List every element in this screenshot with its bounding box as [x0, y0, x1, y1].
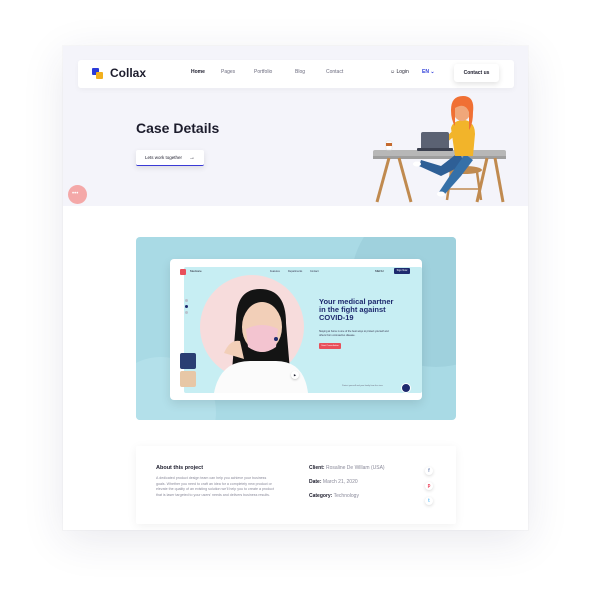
login-link[interactable]: ☺ Login	[390, 69, 409, 75]
client-label: Client:	[309, 465, 325, 471]
mock-cta-button: Start Consultation	[319, 343, 341, 349]
logo-icon[interactable]	[92, 68, 104, 79]
client-info: Client: Rosaline De Willam (USA)	[309, 465, 385, 471]
login-label: Login	[396, 69, 409, 75]
page-card: Collax Home Pages Portfolio Blog Contact…	[63, 46, 528, 530]
woman-at-desk-illustration	[373, 96, 506, 203]
date-label: Date:	[309, 479, 322, 485]
twitter-icon[interactable]: t	[425, 497, 433, 505]
mock-subtext: Staying at home is one of the best ways …	[319, 330, 389, 337]
mock-thumbnail	[180, 353, 196, 369]
project-showcase: Medcare Features Departments Contact MEN…	[136, 237, 456, 420]
mock-nav-item: Departments	[288, 270, 303, 273]
pinterest-icon[interactable]: p	[425, 482, 433, 490]
language-label: EN	[422, 69, 429, 75]
chevron-down-icon: ⌄	[430, 69, 435, 75]
nav-item-pages[interactable]: Pages	[221, 69, 235, 75]
category-info: Category: Technology	[309, 493, 359, 499]
user-icon: ☺	[390, 69, 396, 75]
mock-website-screenshot: Medcare Features Departments Contact MEN…	[170, 259, 422, 400]
mock-thumbnail	[180, 371, 196, 387]
about-description: A dedicated product design team can help…	[156, 476, 274, 498]
arrow-right-icon: →	[189, 155, 195, 161]
about-title: About this project	[156, 465, 204, 471]
work-together-label: Lets work together	[145, 155, 183, 160]
mock-menu-label: MENU	[375, 269, 384, 273]
mock-logo-icon	[180, 269, 186, 275]
language-select[interactable]: EN ⌄	[422, 69, 435, 75]
nav-item-contact[interactable]: Contact	[326, 69, 343, 75]
mock-nav-item: Contact	[310, 270, 319, 273]
facebook-icon[interactable]: f	[425, 467, 433, 475]
mock-footnote: Protect yourself and your family from th…	[342, 385, 384, 387]
client-value: Rosaline De Willam (USA)	[325, 465, 385, 471]
page-title: Case Details	[136, 120, 220, 136]
date-info: Date: March 21, 2020	[309, 479, 358, 485]
nav-item-home[interactable]: Home	[191, 69, 205, 75]
mock-nav-item: Features	[270, 270, 280, 273]
nav-item-portfolio[interactable]: Portfolio	[254, 69, 272, 75]
about-project-card: About this project A dedicated product d…	[136, 446, 456, 524]
mock-logo-text: Medcare	[190, 269, 202, 273]
hero-section: Collax Home Pages Portfolio Blog Contact…	[63, 46, 528, 206]
mock-heading: Your medical partner in the fight agains…	[319, 297, 394, 322]
mock-play-icon: ▶	[291, 371, 299, 379]
mock-signup-button: Sign Now	[394, 268, 410, 274]
brand-name[interactable]: Collax	[110, 66, 146, 80]
category-label: Category:	[309, 493, 333, 499]
nav-item-blog[interactable]: Blog	[295, 69, 305, 75]
chat-bubble-icon[interactable]: •••	[68, 185, 87, 204]
contact-button[interactable]: Contact us	[454, 64, 499, 82]
work-together-button[interactable]: Lets work together →	[136, 150, 204, 166]
mock-scroll-icon	[401, 383, 411, 393]
date-value: March 21, 2020	[322, 479, 358, 485]
top-navbar: Collax Home Pages Portfolio Blog Contact…	[78, 60, 514, 88]
category-value: Technology	[333, 493, 359, 499]
